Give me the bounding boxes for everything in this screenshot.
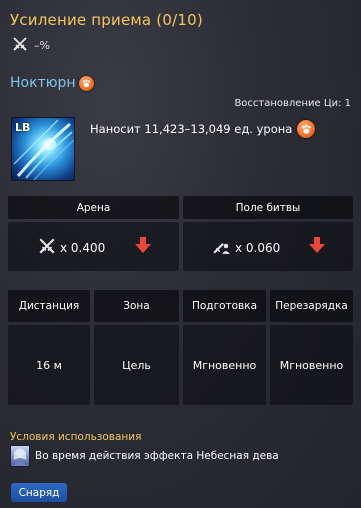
skill-enhancement-title: Усиление приема (0/10) xyxy=(10,11,203,29)
battlefield-modifier: x 0.060 xyxy=(213,237,280,258)
stat-cell-cooldown: Мгновенно xyxy=(270,325,353,405)
condition-text: Во время действия эффекта Небесная дева xyxy=(35,450,279,462)
arena-header: Арена xyxy=(8,196,179,219)
stat-header-cast: Подготовка xyxy=(183,290,266,322)
skill-name: Ноктюрн xyxy=(10,75,76,91)
skill-icon: LB xyxy=(11,117,75,181)
stat-value-distance: 16 м xyxy=(36,358,62,372)
damage-text: Наносит 11,423–13,049 ед. урона xyxy=(90,122,293,136)
crossed-swords-icon xyxy=(12,36,28,55)
battlefield-value: x 0.060 xyxy=(235,240,281,255)
skill-name-row: Ноктюрн xyxy=(10,75,94,91)
paw-badge-icon xyxy=(78,75,94,91)
stat-header-area: Зона xyxy=(94,290,179,322)
stat-value-area: Цель xyxy=(122,358,151,372)
projectile-tag: Снаряд xyxy=(11,483,67,502)
chi-restore-text: Восстановление Ци: 1 xyxy=(234,98,351,109)
battlefield-header: Поле битвы xyxy=(183,196,353,219)
skill-key-label: LB xyxy=(15,121,31,134)
celestial-maiden-portrait-icon xyxy=(10,445,30,467)
arena-modifier: x 0.400 xyxy=(38,237,105,258)
conditions-title: Условия использования xyxy=(10,431,142,443)
stat-cell-distance: 16 м xyxy=(8,325,90,405)
stat-cell-area: Цель xyxy=(94,325,179,405)
stat-cell-cast: Мгновенно xyxy=(183,325,266,405)
arena-value: x 0.400 xyxy=(60,240,106,255)
arena-cell: x 0.400 xyxy=(8,222,179,271)
stat-header-cooldown: Перезарядка xyxy=(270,290,353,322)
crossed-swords-icon xyxy=(38,237,56,258)
battlefield-cell: x 0.060 xyxy=(183,222,353,271)
enhancement-row: –% xyxy=(12,36,50,55)
arrow-down-icon xyxy=(133,235,153,259)
condition-row: Во время действия эффекта Небесная дева xyxy=(10,445,279,467)
arrow-down-icon xyxy=(307,235,327,259)
stat-value-cooldown: Мгновенно xyxy=(279,358,344,372)
stat-header-distance: Дистанция xyxy=(8,290,90,322)
damage-row: Наносит 11,423–13,049 ед. урона xyxy=(90,120,316,138)
enhancement-value: –% xyxy=(34,39,50,52)
paw-badge-icon xyxy=(297,120,316,138)
sword-person-icon xyxy=(213,237,231,258)
stat-value-cast: Мгновенно xyxy=(192,358,257,372)
